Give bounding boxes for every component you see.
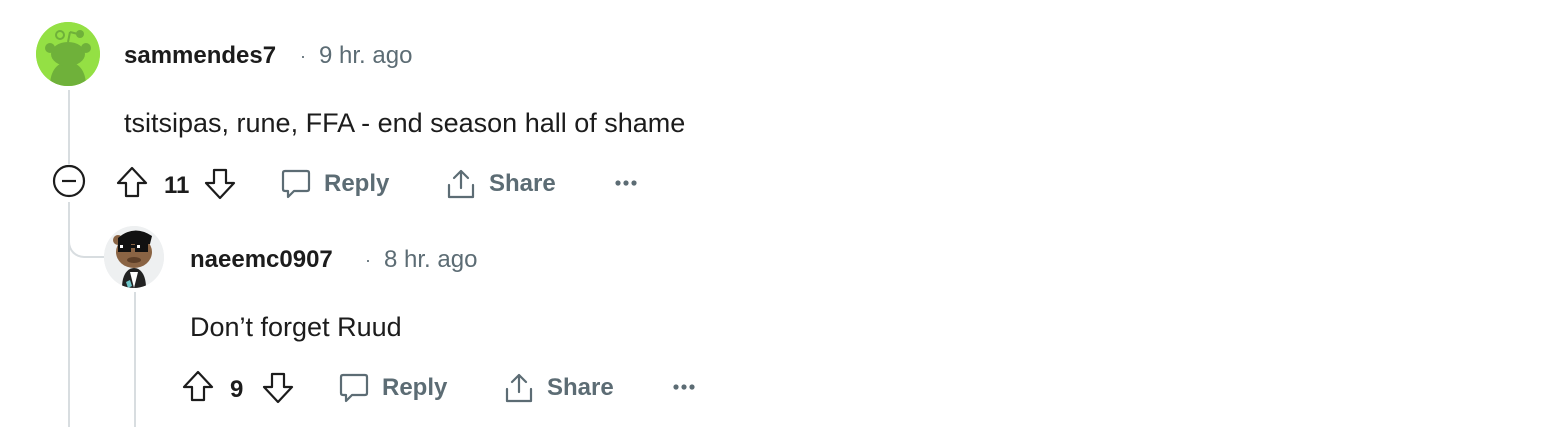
more-options-icon[interactable]: [614, 178, 638, 188]
share-icon: [447, 169, 475, 199]
meta-separator: ·: [300, 46, 306, 66]
vote-count: 9: [230, 376, 244, 403]
share-button[interactable]: Share: [445, 162, 556, 206]
share-button[interactable]: Share: [503, 366, 614, 410]
vote-count: 11: [164, 172, 190, 199]
upvote-arrow-icon[interactable]: [116, 166, 148, 198]
username[interactable]: naeemc0907: [190, 246, 333, 274]
avatar[interactable]: [36, 22, 100, 86]
share-label: Share: [547, 374, 614, 401]
snoo-avatar-icon: [36, 22, 100, 86]
avatar[interactable]: [104, 226, 164, 288]
thread-line-main-upper: [68, 90, 70, 164]
reply-label: Reply: [382, 374, 448, 401]
reply-button[interactable]: Reply: [280, 162, 389, 206]
comment-body: Don’t forget Ruud: [190, 312, 402, 342]
username[interactable]: sammendes7: [124, 42, 276, 70]
speech-bubble-icon: [281, 169, 311, 199]
upvote-arrow-icon[interactable]: [182, 370, 214, 402]
snoo-sunglasses-avatar-icon: [104, 226, 164, 288]
collapse-thread-icon[interactable]: [52, 164, 86, 198]
speech-bubble-icon: [339, 373, 369, 403]
thread-line-reply: [134, 292, 136, 427]
share-icon: [505, 373, 533, 403]
reply-button[interactable]: Reply: [338, 366, 447, 410]
downvote-arrow-icon[interactable]: [262, 372, 294, 404]
comment-body: tsitsipas, rune, FFA - end season hall o…: [124, 108, 686, 138]
more-options-icon[interactable]: [672, 382, 696, 392]
reply-label: Reply: [324, 170, 390, 197]
share-label: Share: [489, 170, 556, 197]
thread-connector-curve: [68, 230, 108, 258]
meta-separator: ·: [365, 250, 371, 270]
timestamp[interactable]: 8 hr. ago: [384, 246, 477, 274]
timestamp[interactable]: 9 hr. ago: [319, 42, 412, 70]
downvote-arrow-icon[interactable]: [204, 168, 236, 200]
